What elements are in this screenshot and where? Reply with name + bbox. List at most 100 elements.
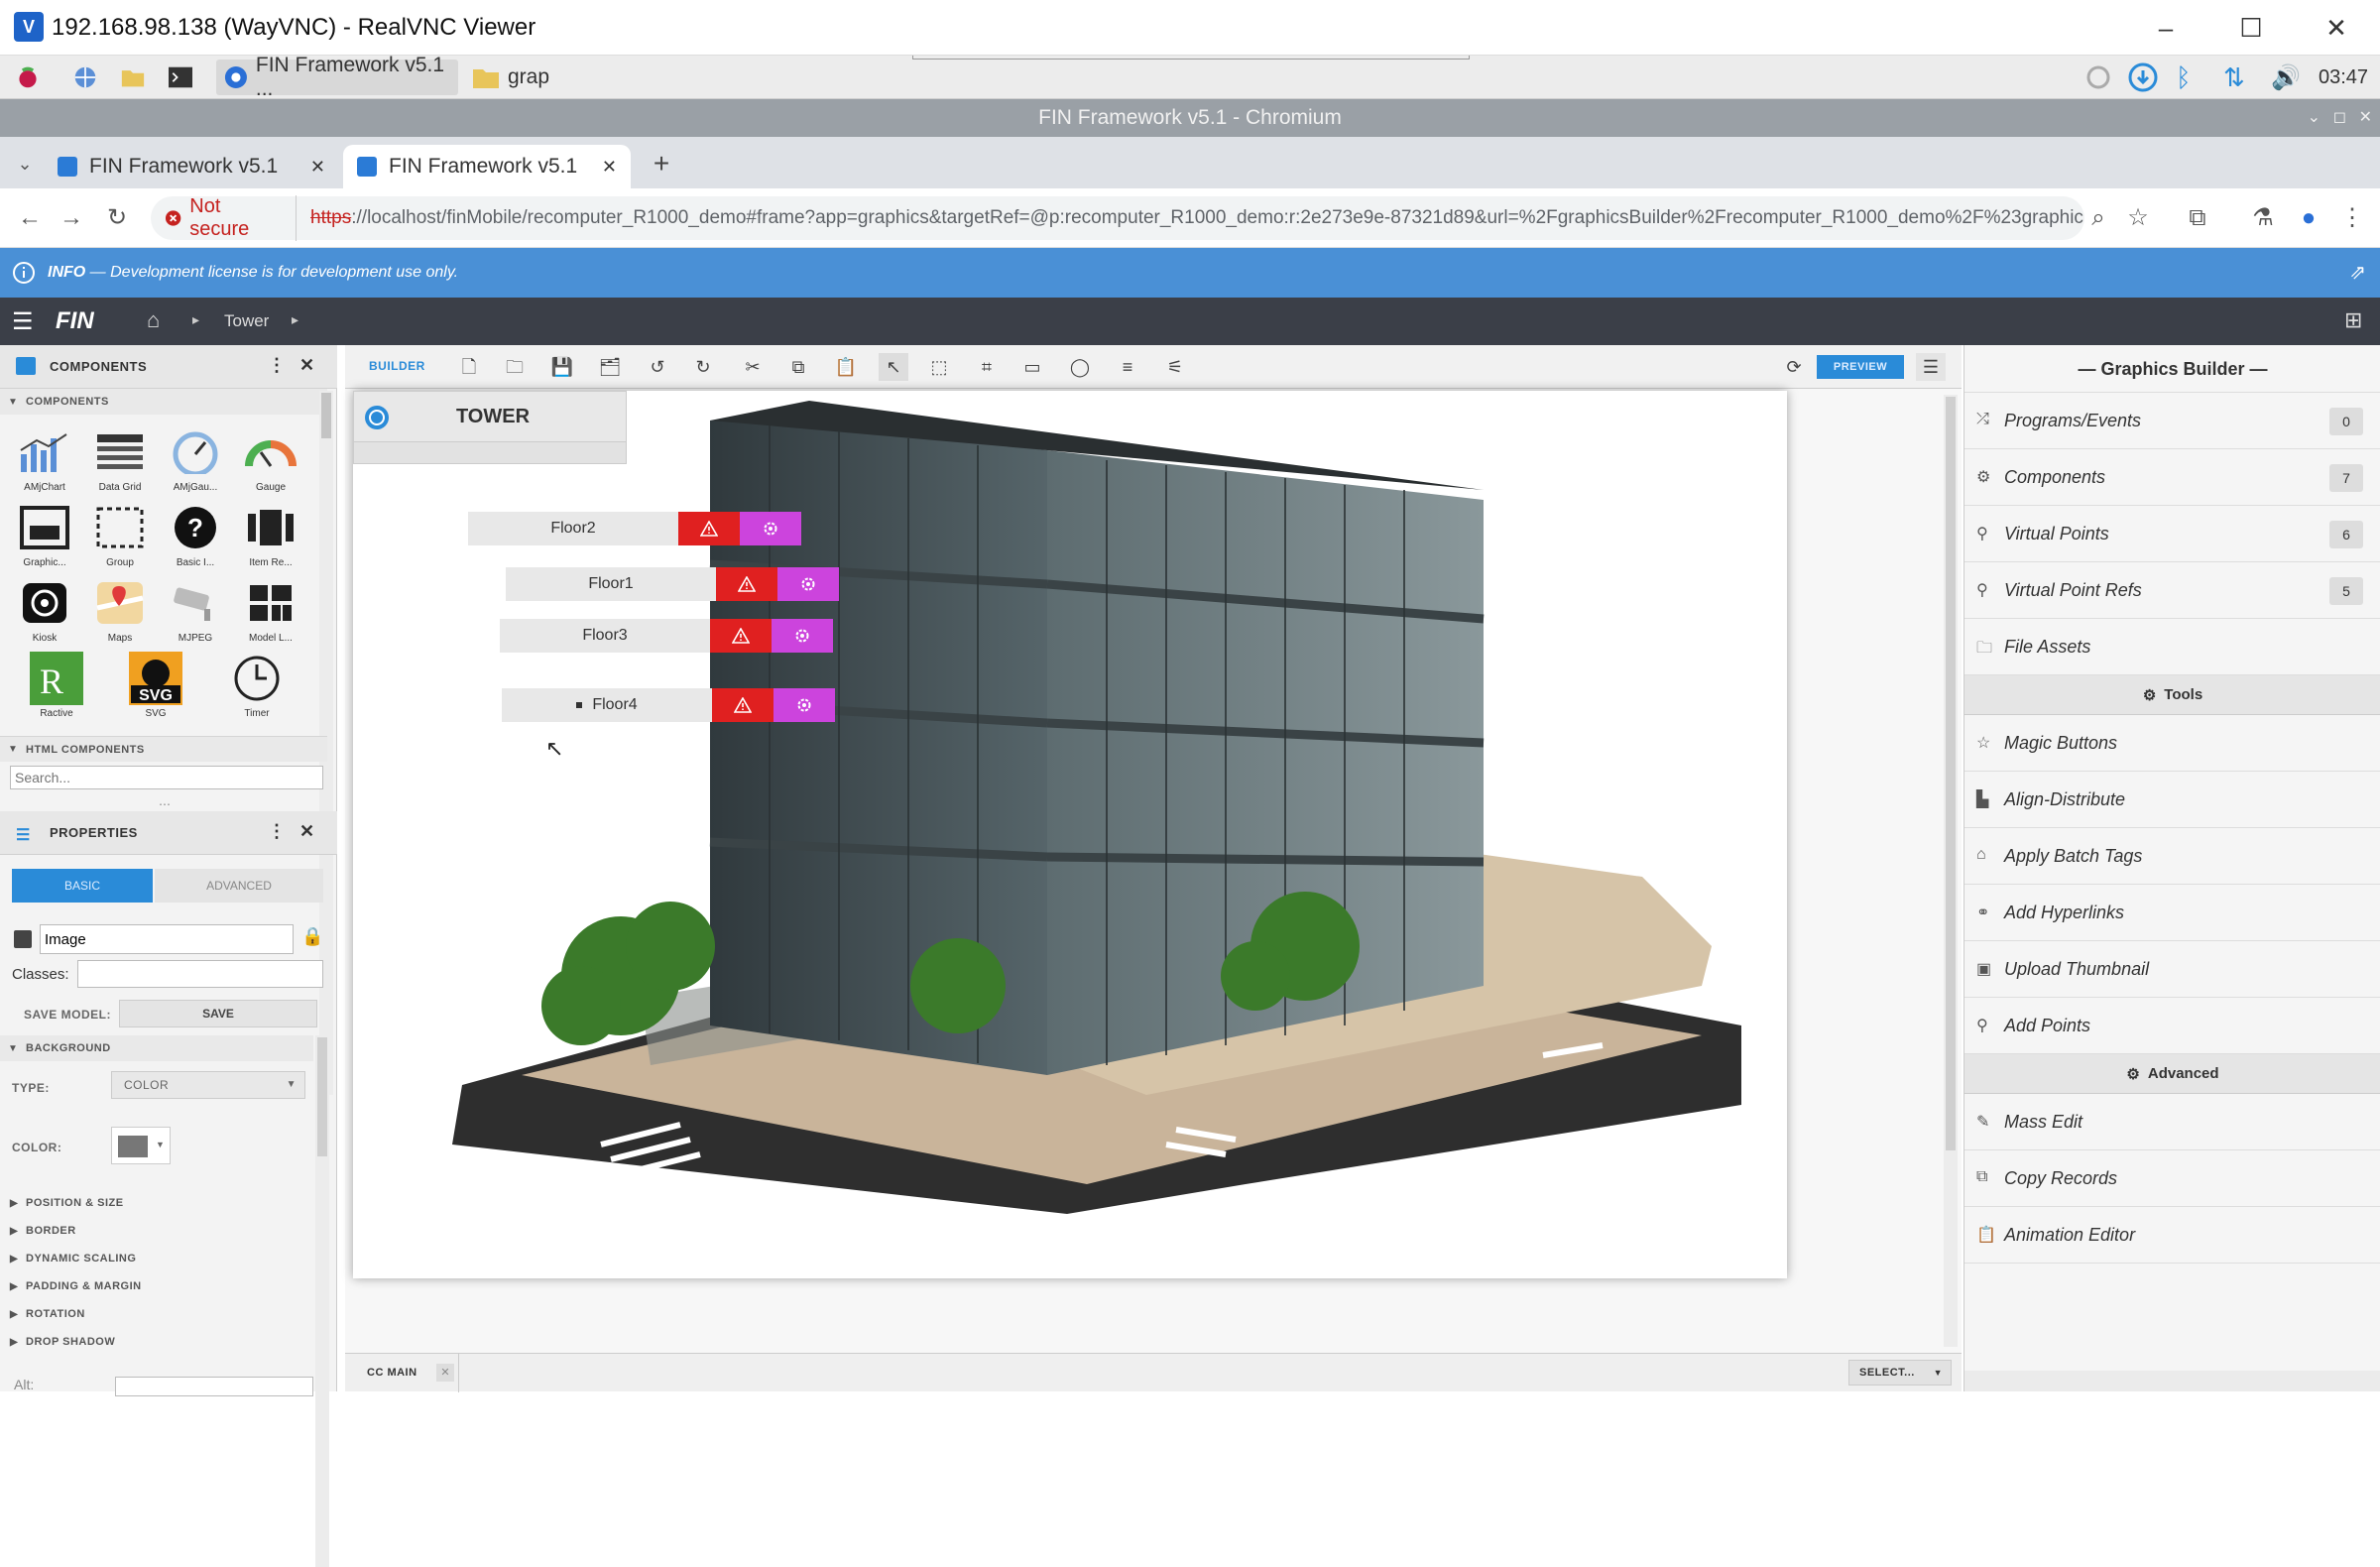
lock-icon[interactable]: 🔒 [301,926,323,947]
extensions-icon[interactable]: ⧉ [2182,202,2213,234]
graphic-title-bar[interactable]: TOWER [353,391,627,442]
preview-button[interactable]: PREVIEW [1817,355,1904,379]
panel-item-virtual-point-refs[interactable]: ⚲ Virtual Point Refs 5 [1964,562,2380,619]
panel-item-magic-buttons[interactable]: ☆ Magic Buttons [1964,715,2380,772]
layers-icon[interactable]: ≡ [1113,353,1142,381]
redo-icon[interactable]: ↻ [688,353,718,381]
panel-item-mass-edit[interactable]: ✎ Mass Edit [1964,1094,2380,1150]
bluetooth-icon[interactable]: ᛒ [2168,60,2200,95]
component-model-layout[interactable]: Model L... [234,577,307,651]
tab-fin-1[interactable]: FIN Framework v5.1 ✕ [44,145,339,188]
tab-search-icon[interactable]: ⌄ [10,149,40,179]
component-maps[interactable]: Maps [83,577,157,651]
select-dropdown[interactable]: SELECT... ▼ [1848,1360,1952,1386]
zoom-icon[interactable]: ⌕ [2082,202,2114,234]
transform-icon[interactable]: ⬚ [924,353,954,381]
panel-item-programs-events[interactable]: ⤮ Programs/Events 0 [1964,393,2380,449]
components-section-header[interactable]: ▼ COMPONENTS [0,389,327,415]
panel-resize-handle[interactable]: ⋯ [159,797,171,811]
browser-close-icon[interactable]: ✕ [2359,99,2372,137]
forward-icon[interactable]: → [56,202,87,234]
panel-item-upload-thumbnail[interactable]: ▣ Upload Thumbnail [1964,941,2380,998]
grid-apps-icon[interactable]: ⊞ [2344,307,2362,333]
panel-close-icon[interactable]: ✕ [299,821,315,842]
builder-menu-icon[interactable]: ☰ [1916,353,1946,381]
component-ractive[interactable]: R Ractive [20,652,93,726]
collapsed-section-3[interactable]: ▶ PADDING & MARGIN [0,1273,313,1299]
floor-widget-floor2[interactable]: Floor2 [468,512,801,545]
tab-fin-2[interactable]: FIN Framework v5.1 ✕ [343,145,631,188]
bookmark-star-icon[interactable]: ☆ [2122,202,2154,234]
component-basic[interactable]: ? Basic I... [159,502,232,575]
component-svg[interactable]: SVG SVG [119,652,192,726]
save-icon[interactable]: 💾 [547,353,577,381]
save-as-icon[interactable]: 🗂 [595,353,625,381]
component-amjchart[interactable]: AMjChart [8,426,81,500]
alarm-button[interactable] [678,512,740,545]
volume-icon[interactable]: 🔊 [2263,60,2309,95]
raspberry-menu-icon[interactable] [8,60,48,95]
cut-icon[interactable]: ✂ [738,353,768,381]
alarm-button[interactable] [710,619,772,653]
select-pointer-icon[interactable]: ↖ [879,353,908,381]
components-search-input[interactable] [10,766,323,789]
tab-cc-main[interactable]: CC MAIN [367,1367,417,1379]
open-folder-icon[interactable]: 🗀 [500,353,530,381]
component-graphic[interactable]: Graphic... [8,502,81,575]
classes-input[interactable] [77,960,323,988]
panel-item-virtual-points[interactable]: ⚲ Virtual Points 6 [1964,506,2380,562]
floor-widget-floor1[interactable]: Floor1 [506,567,839,601]
canvas-scrollbar[interactable] [1944,395,1958,1347]
type-select[interactable]: COLOR ▼ [111,1071,305,1099]
omnibox[interactable]: Not secure https://localhost/finMobile/r… [151,195,2084,241]
collapsed-section-1[interactable]: ▶ BORDER [0,1218,313,1244]
refresh-icon[interactable]: ⟳ [1779,353,1809,381]
url-text[interactable]: https://localhost/finMobile/recomputer_R… [310,207,2084,229]
floor-widget-floor3[interactable]: Floor3 [500,619,833,653]
new-tab-icon[interactable]: + [647,149,676,179]
panel-options-icon[interactable]: ⋮ [268,821,287,842]
globe-icon[interactable] [65,60,105,95]
component-group[interactable]: Group [83,502,157,575]
update-icon[interactable] [2077,60,2120,95]
panel-close-icon[interactable]: ✕ [299,355,315,376]
home-icon[interactable]: ⌂ [147,307,160,333]
alarm-button[interactable] [712,688,774,722]
html-components-section-header[interactable]: ▼ HTML COMPONENTS [0,736,327,762]
color-picker[interactable]: ▼ [111,1127,171,1164]
browser-menu-icon[interactable]: ⋮ [2336,202,2368,234]
panel-options-icon[interactable]: ⋮ [268,355,287,376]
tab-close-icon[interactable]: ✕ [602,157,617,178]
component-mjpeg[interactable]: MJPEG [159,577,232,651]
graphic-canvas[interactable]: TOWER Floor2 Floor1 Floor3 Floor4 ↖ [353,391,1787,1278]
panel-item-apply-batch-tags[interactable]: ⌂ Apply Batch Tags [1964,828,2380,885]
tab-basic[interactable]: BASIC [12,869,153,903]
maximize-icon[interactable]: ☐ [2231,8,2271,48]
collapsed-section-4[interactable]: ▶ ROTATION [0,1301,313,1327]
panel-item-add-hyperlinks[interactable]: ⚭ Add Hyperlinks [1964,885,2380,941]
taskbar-item-chromium[interactable]: FIN Framework v5.1 ... [216,54,458,100]
folder-icon[interactable] [113,60,153,95]
collapsed-section-2[interactable]: ▶ DYNAMIC SCALING [0,1246,313,1271]
close-icon[interactable]: ✕ [2317,8,2356,48]
labs-flask-icon[interactable]: ⚗ [2247,202,2279,234]
crop-icon[interactable]: ⌗ [972,353,1002,381]
collapsed-section-0[interactable]: ▶ POSITION & SIZE [0,1190,313,1216]
component-gauge[interactable]: Gauge [234,426,307,500]
floor-widget-floor4[interactable]: Floor4 [502,688,835,722]
panel-item-align-distribute[interactable]: ▙ Align-Distribute [1964,772,2380,828]
browser-minimize-icon[interactable]: ⌄ [2308,99,2320,137]
back-icon[interactable]: ← [14,202,46,234]
tab-close-icon[interactable]: ✕ [436,1364,454,1382]
settings-button[interactable] [772,619,833,653]
taskbar-item-folder[interactable]: grap [464,60,583,95]
hamburger-menu-icon[interactable]: ☰ [12,307,34,336]
settings-button[interactable] [740,512,801,545]
network-icon[interactable]: ⇅ [2215,60,2253,95]
alt-input[interactable] [115,1377,313,1396]
download-icon[interactable] [2120,60,2166,95]
breadcrumb-tower[interactable]: Tower [224,311,269,331]
copy-icon[interactable]: ⧉ [783,353,813,381]
collapsed-section-5[interactable]: ▶ DROP SHADOW [0,1329,313,1355]
component-item-repeater[interactable]: Item Re... [234,502,307,575]
